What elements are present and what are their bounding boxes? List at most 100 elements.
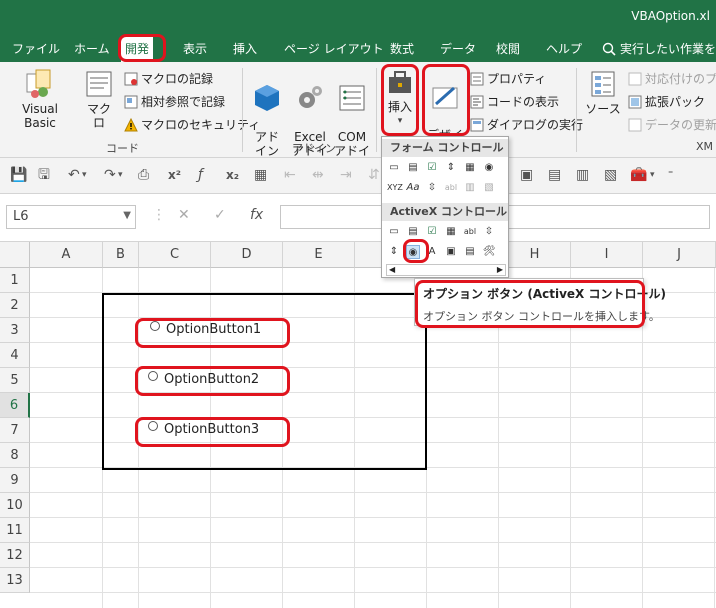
row-header-8[interactable]: 8 [0,443,30,468]
activex-list-box-icon[interactable]: ▦ [444,225,458,239]
column-header-a[interactable]: A [30,242,103,268]
undo-icon[interactable]: ↶ [68,167,80,183]
tab-review[interactable]: 校閲 [496,40,520,57]
combo-list-icon[interactable]: ▥ [463,181,477,195]
tab-home[interactable]: ホーム [74,40,110,57]
column-header-c[interactable]: C [139,242,211,268]
activex-image-icon[interactable]: ▣ [444,245,458,259]
relative-reference-label: 相対参照で記録 [141,95,226,109]
column-header-h[interactable]: H [499,242,571,268]
com-addin-button[interactable]: COM アドイン [332,68,372,172]
list-box-icon[interactable]: ▦ [463,161,477,175]
confirm-entry-button[interactable]: ✓ [214,207,226,223]
row-header-13[interactable]: 13 [0,568,30,593]
activex-checkbox-icon[interactable]: ☑ [425,225,439,239]
function-icon[interactable]: ƒ [198,167,203,183]
tab-file[interactable]: ファイル [12,40,60,57]
undo-dropdown-icon[interactable]: ▾ [82,167,87,183]
activex-scroll-bar-icon[interactable]: ⇳ [482,225,496,239]
activex-text-box-icon[interactable]: abl [463,225,477,239]
record-macro-button[interactable]: マクロの記録 [124,70,213,87]
scroll-bar-icon[interactable]: ⇳ [425,181,439,195]
row-header-6[interactable]: 6 [0,393,30,418]
row-header-11[interactable]: 11 [0,518,30,543]
more-controls-icon[interactable]: 🛠 [482,245,496,259]
align-right-icon[interactable]: ⇥ [340,167,352,183]
form-icon[interactable]: ▤ [548,167,561,183]
text-field-icon[interactable]: abl [444,181,458,195]
group-box-icon[interactable]: XYZ [387,181,403,195]
row-header-3[interactable]: 3 [0,318,30,343]
print-preview-icon[interactable]: ⎙ [138,167,149,183]
align-center-icon[interactable]: ⇹ [312,167,324,183]
tab-formulas[interactable]: 数式 [390,40,414,57]
frame-icon[interactable]: ▧ [604,167,617,183]
macro-button[interactable]: マクロ [82,68,116,130]
customize-qat-icon[interactable]: ⁼ [668,167,673,183]
label-icon[interactable]: Aa [406,181,420,195]
macro-security-button[interactable]: マクロのセキュリティ [124,116,260,133]
checkbox-icon[interactable]: ☑ [425,161,439,175]
row-header-4[interactable]: 4 [0,343,30,368]
source-button[interactable]: ソース [584,68,622,116]
button-control-icon[interactable]: ▭ [387,161,401,175]
save-as-icon[interactable]: 🖫 [38,167,50,183]
row-header-5[interactable]: 5 [0,368,30,393]
row-header-7[interactable]: 7 [0,418,30,443]
properties-button[interactable]: プロパティ [470,70,546,87]
scroll-right-icon[interactable]: ▶ [497,265,503,275]
spin-button-icon[interactable]: ⇕ [444,161,458,175]
row-header-12[interactable]: 12 [0,543,30,568]
map-properties-button[interactable]: 対応付けのプロ [628,70,716,87]
combo-dropdown-icon[interactable]: ▧ [482,181,496,195]
addin-button[interactable]: アド イン [250,68,284,158]
superscript-icon[interactable]: x² [168,167,181,183]
run-dialog-button[interactable]: ダイアログの実行 [470,116,583,133]
tab-view[interactable]: 表示 [183,40,207,57]
chevron-down-icon[interactable]: ▼ [123,210,131,221]
refresh-data-button[interactable]: データの更新 [628,116,716,133]
tab-insert[interactable]: 挿入 [233,40,257,57]
align-left-icon[interactable]: ⇤ [284,167,296,183]
column-header-j[interactable]: J [643,242,716,268]
option-button-form-icon[interactable]: ◉ [482,161,496,175]
row-header-2[interactable]: 2 [0,293,30,318]
column-header-d[interactable]: D [211,242,283,268]
distribute-icon[interactable]: ⇵ [368,167,380,183]
column-header-i[interactable]: I [571,242,643,268]
redo-dropdown-icon[interactable]: ▾ [118,167,123,183]
visual-basic-button[interactable]: Visual Basic [6,68,74,130]
scroll-left-icon[interactable]: ◀ [389,265,395,275]
relative-reference-button[interactable]: 相対参照で記録 [124,93,225,110]
name-box[interactable]: L6 ▼ [6,205,136,229]
toolbox-small-icon[interactable]: 🧰 [630,167,647,183]
dropdown-scrollbar[interactable]: ◀ ▶ [386,264,506,276]
select-all-corner[interactable] [0,242,30,268]
row-header-9[interactable]: 9 [0,468,30,493]
cancel-entry-button[interactable]: ✕ [178,207,190,223]
activex-toggle-button-icon[interactable]: ▤ [463,245,477,259]
camera-icon[interactable]: ▣ [520,167,533,183]
insert-function-button[interactable]: fx [250,207,263,223]
chart-icon[interactable]: ▥ [576,167,589,183]
excel-addin-button[interactable]: Excel アドイン [288,68,332,172]
subscript-icon[interactable]: x₂ [226,167,239,183]
search-box[interactable]: 実行したい作業を入 [602,40,716,57]
expansion-pack-button[interactable]: 拡張パック [628,93,705,110]
tab-help[interactable]: ヘルプ [546,40,582,57]
view-code-button[interactable]: コードの表示 [470,93,559,110]
row-header-1[interactable]: 1 [0,268,30,293]
save-icon[interactable]: 💾 [10,167,27,183]
toolbox-dropdown-icon[interactable]: ▾ [650,167,655,183]
column-header-e[interactable]: E [283,242,355,268]
tab-page-layout[interactable]: ページ レイアウト [284,40,384,57]
activex-combo-box-icon[interactable]: ▤ [406,225,420,239]
column-header-b[interactable]: B [103,242,139,268]
command-button-icon[interactable]: ▭ [387,225,401,239]
tab-data[interactable]: データ [440,40,476,57]
row-header-10[interactable]: 10 [0,493,30,518]
table-icon[interactable]: ▦ [254,167,267,183]
activex-spin-button-icon[interactable]: ⇕ [387,245,401,259]
combo-box-icon[interactable]: ▤ [406,161,420,175]
redo-icon[interactable]: ↷ [104,167,116,183]
